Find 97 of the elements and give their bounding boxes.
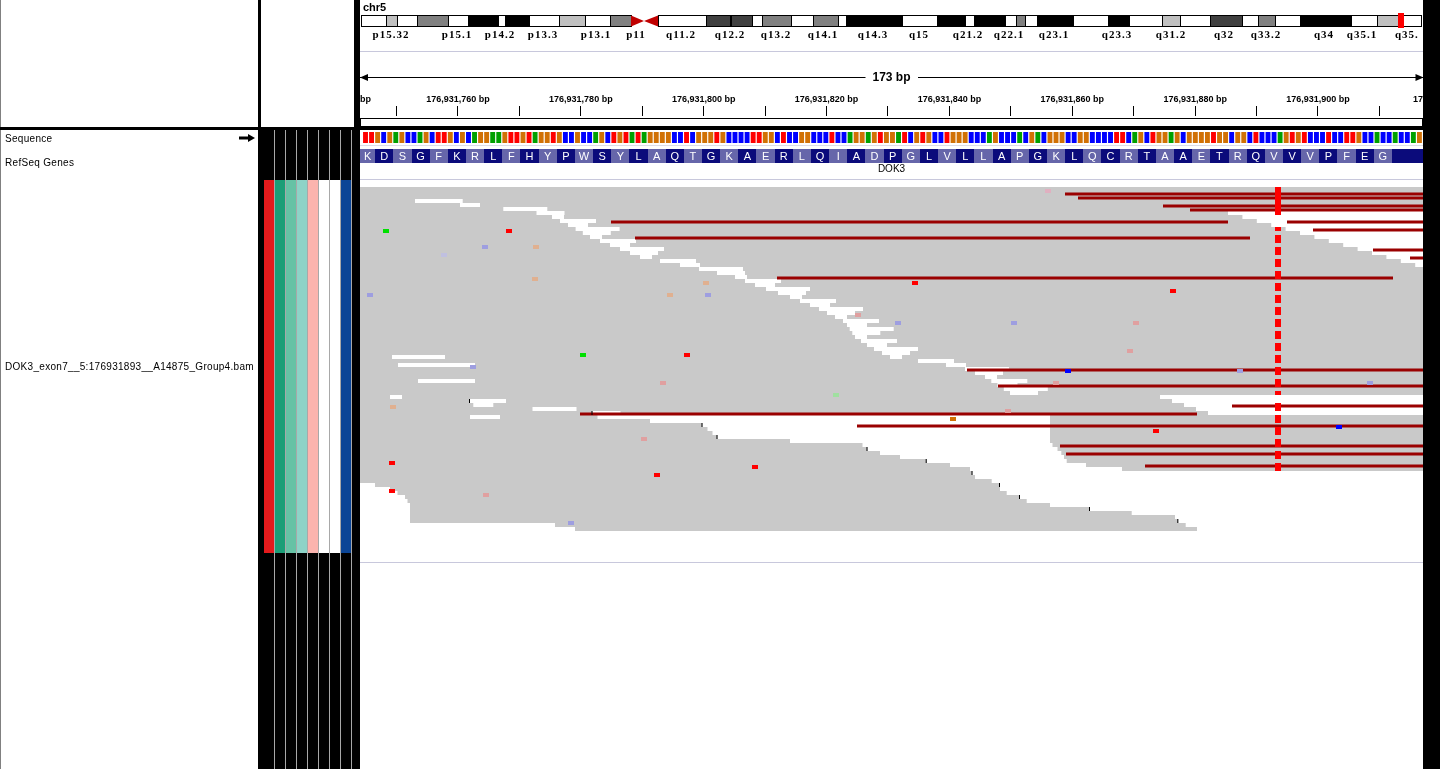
- amino-acid: E: [756, 149, 775, 163]
- band-label: p13.1: [580, 28, 612, 41]
- amino-acid: E: [1192, 149, 1211, 163]
- band-label: q33.2: [1250, 28, 1282, 41]
- amino-acid: P: [887, 149, 898, 163]
- amino-acid: L: [961, 149, 970, 163]
- chromosome-label: chr5: [363, 1, 387, 13]
- amino-acid: K: [1046, 149, 1066, 163]
- band-label: p14.2: [484, 28, 516, 41]
- tick-label: 176,931,800 bp: [671, 94, 736, 104]
- amino-acid: R: [1228, 149, 1247, 163]
- amino-acid: F: [429, 149, 448, 163]
- amino-acid: R: [465, 149, 485, 163]
- band-label: q11.2: [666, 28, 696, 41]
- amino-acid: E: [1360, 149, 1370, 163]
- amino-acid: Q: [814, 149, 826, 163]
- right-arrow-icon[interactable]: [239, 134, 255, 142]
- amino-acid: G: [1032, 149, 1044, 163]
- track-name[interactable]: DOK3_exon7__5:176931893__A14875_Group4.bam: [5, 361, 254, 372]
- amino-acid: G: [901, 149, 920, 163]
- amino-acid: R: [778, 149, 789, 163]
- amino-acid: T: [1215, 149, 1224, 163]
- amino-acid: A: [742, 149, 753, 163]
- amino-acid: Y: [611, 149, 630, 163]
- amino-acid: W: [574, 149, 594, 163]
- band-label: p15.32: [372, 28, 410, 41]
- band-label: q14.3: [857, 28, 889, 41]
- amino-acid: D: [379, 149, 390, 163]
- amino-acid: P: [561, 149, 571, 163]
- tick-label: 17: [1413, 94, 1423, 104]
- amino-acid: C: [1105, 149, 1116, 163]
- band-label: q12.2: [714, 28, 746, 41]
- band-label: p11: [626, 28, 646, 41]
- amino-acid: L: [924, 149, 933, 163]
- amino-acid: L: [634, 149, 643, 163]
- band-label: q34: [1313, 28, 1335, 41]
- amino-acid: Q: [669, 149, 681, 163]
- amino-acid: K: [452, 149, 462, 163]
- amino-acid: A: [1155, 149, 1175, 163]
- tick-label: 176,931,900 bp: [1286, 94, 1350, 104]
- amino-acid: P: [1010, 149, 1029, 163]
- tick-label: 176,931,760 bp: [426, 94, 490, 104]
- band-label: q15: [908, 28, 930, 41]
- band-label: q35.: [1395, 28, 1419, 41]
- amino-acid: G: [415, 149, 426, 163]
- amino-acid: S: [597, 149, 607, 163]
- amino-acid: K: [720, 149, 739, 163]
- track-name[interactable]: RefSeq Genes: [5, 157, 75, 168]
- amino-acid: V: [1264, 149, 1283, 163]
- band-label: q31.2: [1155, 28, 1187, 41]
- amino-acid: R: [1119, 149, 1138, 163]
- amino-acid: A: [851, 149, 861, 163]
- amino-acid: L: [974, 149, 993, 163]
- tick-label: 176,931,820 bp: [794, 94, 859, 104]
- band-label: q23.3: [1101, 28, 1133, 41]
- amino-acid: T: [1142, 149, 1152, 163]
- amino-acid: L: [792, 149, 811, 163]
- amino-acid: D: [865, 149, 884, 163]
- band-label: q22.1: [993, 28, 1025, 41]
- amino-acid: P: [1323, 149, 1334, 163]
- amino-acid: Y: [538, 149, 557, 163]
- band-label: q32: [1213, 28, 1235, 41]
- tick-label: 176,931,880 bp: [1163, 94, 1227, 104]
- amino-acid: F: [1337, 149, 1356, 163]
- span-label: 173 bp: [871, 70, 912, 84]
- amino-acid: G: [1373, 149, 1392, 163]
- tick-label: 176,931,780 bp: [549, 94, 613, 104]
- amino-acid: L: [489, 149, 498, 163]
- amino-acid: I: [829, 149, 848, 163]
- amino-acid: V: [938, 149, 957, 163]
- tick-label: 176,931,860 bp: [1040, 94, 1105, 104]
- tick-label: bp: [360, 94, 371, 104]
- band-label: q35.1: [1346, 28, 1378, 41]
- amino-acid: Q: [1083, 149, 1102, 163]
- band-label: q13.2: [760, 28, 792, 41]
- amino-acid: K: [360, 149, 376, 163]
- amino-acid: A: [996, 149, 1007, 163]
- band-label: p15.1: [441, 28, 473, 41]
- amino-acid: F: [502, 149, 521, 163]
- amino-acid: L: [1070, 149, 1079, 163]
- amino-acid: T: [683, 149, 702, 163]
- amino-acid: Q: [1250, 149, 1262, 163]
- band-label: q21.2: [952, 28, 984, 41]
- amino-acid: A: [647, 149, 666, 163]
- amino-acid: A: [1178, 149, 1188, 163]
- band-label: p13.3: [527, 28, 559, 41]
- band-label: q14.1: [807, 28, 839, 41]
- gene-name: DOK3: [877, 163, 906, 174]
- amino-acid: G: [705, 149, 717, 163]
- amino-acid: V: [1287, 149, 1297, 163]
- amino-acid: V: [1301, 149, 1320, 163]
- amino-acid: H: [524, 149, 535, 163]
- band-label: q23.1: [1038, 28, 1070, 41]
- tick-label: 176,931,840 bp: [917, 94, 982, 104]
- chromosome-ideogram[interactable]: [360, 13, 1423, 28]
- track-name[interactable]: Sequence: [5, 133, 53, 144]
- amino-acid: S: [393, 149, 412, 163]
